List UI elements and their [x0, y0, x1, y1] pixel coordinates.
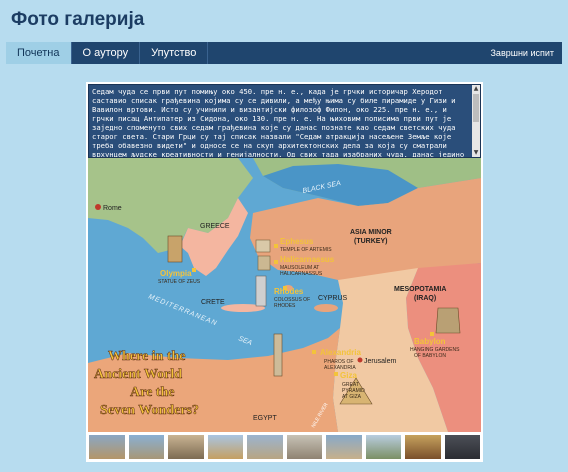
map-label-greece: GREECE: [200, 223, 230, 230]
map-label-cyprus: CYPRUS: [318, 295, 348, 302]
map-label-alexandria: Alexandria: [320, 348, 361, 357]
hanging-gardens-icon: [435, 307, 461, 334]
map-label-giza-sub3: AT GIZA: [342, 394, 362, 400]
thumbnail-5[interactable]: [246, 434, 284, 460]
thumbnail-10[interactable]: [443, 434, 481, 460]
nav-item-instructions[interactable]: Упутство: [140, 42, 209, 64]
scroll-down-icon[interactable]: ▼: [472, 149, 480, 157]
nav-item-about-author[interactable]: О аутору: [72, 42, 141, 64]
colossus-of-rhodes-icon: [255, 275, 267, 307]
scroll-up-icon[interactable]: ▲: [472, 85, 480, 93]
map-label-olympia-sub: STATUE OF ZEUS: [158, 279, 201, 285]
thumbnail-7[interactable]: [325, 434, 363, 460]
thumbnail-4[interactable]: [206, 434, 244, 460]
map-label-mesopotamia-sub: (IRAQ): [414, 295, 436, 302]
map-label-crete: CRETE: [201, 299, 225, 306]
map-label-halicarnassus: Halicarnassus: [280, 255, 335, 264]
babylon-marker: [430, 332, 434, 336]
thumbnail-3[interactable]: [167, 434, 205, 460]
map-label-rhodes: Rhodes: [274, 287, 304, 296]
statue-of-zeus-icon: [167, 235, 183, 263]
nav-item-final-exam[interactable]: Завршни испит: [483, 42, 563, 64]
nav-item-home[interactable]: Почетна: [6, 42, 72, 64]
ancient-world-map: Rome BLACK SEA GREECE ASIA MINOR (TURKEY…: [88, 158, 481, 432]
headline-line-4: Seven Wonders?: [100, 403, 199, 418]
headline-line-1: Where in the: [108, 349, 186, 364]
thumbnail-1[interactable]: [88, 434, 126, 460]
map-label-rhodes-sub2: RHODES: [274, 303, 296, 309]
thumbnail-2[interactable]: [127, 434, 165, 460]
temple-of-artemis-icon: [255, 239, 271, 253]
nav-bar: Почетна О аутору Упутство Завршни испит: [6, 42, 562, 64]
map-label-giza: Giza: [340, 371, 357, 380]
rome-marker: [95, 204, 101, 210]
page-title: Фото галерија: [11, 9, 145, 30]
alexandria-marker: [312, 350, 316, 354]
header: Фото галерија: [0, 0, 568, 42]
gallery-main-image: Rome BLACK SEA GREECE ASIA MINOR (TURKEY…: [88, 158, 481, 432]
ephesus-marker: [274, 244, 278, 248]
thumbnail-6[interactable]: [285, 434, 323, 460]
map-label-halicarnassus-sub2: HALICARNASSUS: [280, 271, 323, 277]
map-label-babylon: Babylon: [414, 337, 446, 346]
thumbnail-8[interactable]: [364, 434, 402, 460]
map-label-asia-minor: ASIA MINOR: [350, 229, 392, 236]
scroll-thumb[interactable]: [473, 94, 479, 122]
map-label-ephesus-sub: TEMPLE OF ARTEMIS: [280, 247, 332, 253]
mausoleum-icon: [257, 255, 271, 271]
description-textbox[interactable]: Седам чуда се први пут помињу око 450. п…: [88, 84, 481, 158]
map-label-egypt: EGYPT: [253, 415, 277, 422]
gallery-viewer: Седам чуда се први пут помињу око 450. п…: [86, 82, 483, 462]
olympia-marker: [192, 268, 196, 272]
thumbnail-strip: [88, 434, 481, 460]
giza-marker: [334, 372, 338, 376]
headline-line-2: Ancient World: [94, 367, 182, 382]
headline-line-3: Are the: [130, 385, 174, 400]
map-label-babylon-sub2: OF BABYLON: [414, 353, 446, 359]
lighthouse-icon: [273, 333, 283, 377]
map-label-mesopotamia: MESOPOTAMIA: [394, 286, 446, 293]
jerusalem-marker: [357, 357, 363, 363]
map-label-rome: Rome: [103, 205, 122, 212]
map-label-asia-minor-sub: (TURKEY): [354, 238, 387, 245]
description-text: Седам чуда се први пут помињу око 450. п…: [92, 87, 465, 158]
map-label-olympia: Olympia: [160, 269, 192, 278]
map-label-jerusalem: Jerusalem: [364, 358, 396, 365]
cyprus-island: [314, 304, 338, 312]
thumbnail-9[interactable]: [404, 434, 442, 460]
map-label-ephesus: Ephesus: [280, 237, 314, 246]
description-scrollbar[interactable]: ▲ ▼: [472, 85, 480, 157]
halicarnassus-marker: [274, 260, 278, 264]
